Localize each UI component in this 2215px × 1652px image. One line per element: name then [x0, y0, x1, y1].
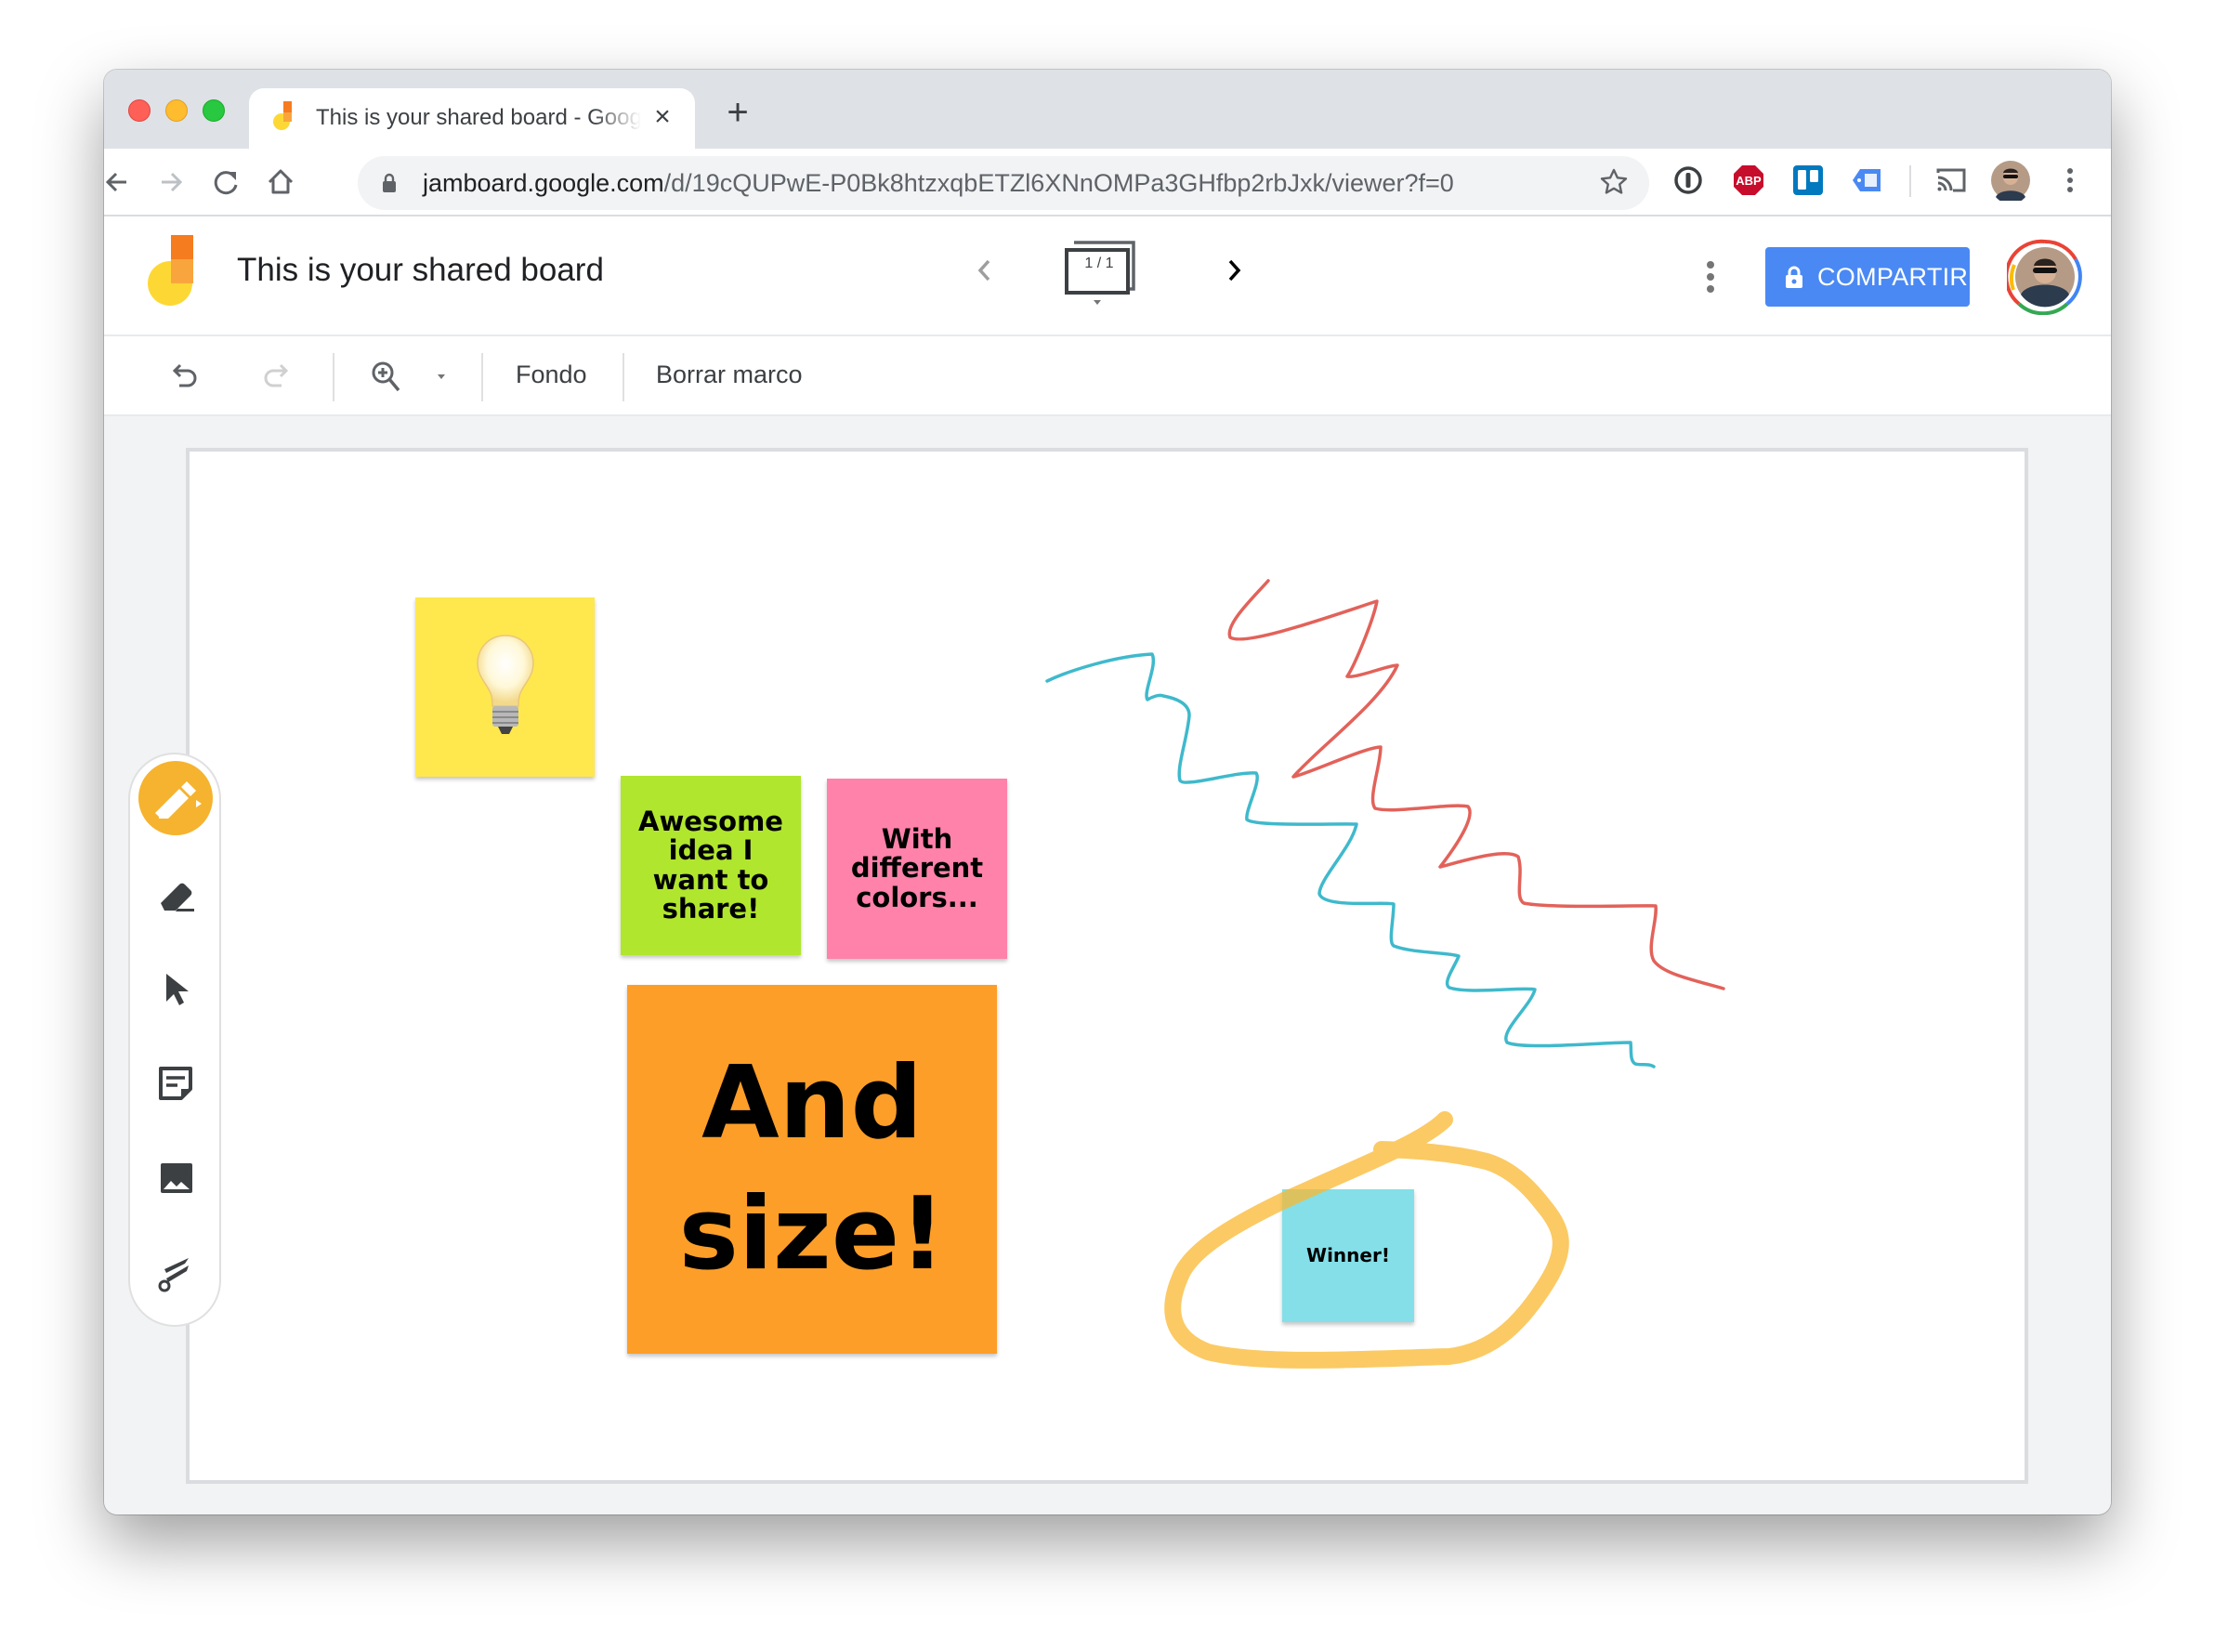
select-arrow-icon [166, 974, 189, 1005]
url-host: jamboard.google.com [423, 169, 664, 197]
window-minimize-button[interactable] [165, 99, 188, 122]
trello-icon[interactable] [1789, 162, 1827, 199]
redo-icon[interactable] [256, 358, 294, 395]
new-tab-button[interactable]: + [721, 94, 754, 131]
abp-label: ABP [1736, 174, 1762, 188]
tab-title: This is your shared board - Google Jambo… [316, 105, 641, 130]
browser-toolbar: jamboard.google.com/d/19cQUPwE-P0Bk8htzx… [104, 149, 2111, 216]
reload-icon[interactable] [208, 164, 245, 201]
image-tool-button[interactable] [138, 1141, 213, 1215]
sticky-note-icon [159, 1067, 192, 1100]
lock-icon [383, 173, 396, 192]
adblock-plus-icon[interactable]: ABP [1730, 162, 1767, 199]
clear-frame-button[interactable]: Borrar marco [656, 361, 803, 389]
more-options-icon[interactable] [1697, 254, 1724, 300]
window-zoom-button[interactable] [203, 99, 225, 122]
lock-icon [1786, 266, 1802, 288]
chrome-menu-icon[interactable] [2051, 162, 2089, 199]
lightbulb-icon [476, 634, 534, 734]
toolbar-separator [481, 353, 483, 401]
jamboard-logo[interactable] [147, 235, 199, 308]
toolbar-separator [333, 353, 334, 401]
board-title[interactable]: This is your shared board [237, 252, 604, 289]
window-close-button[interactable] [128, 99, 151, 122]
zoom-dropdown-icon[interactable] [427, 358, 455, 395]
image-icon [161, 1163, 192, 1193]
account-avatar[interactable] [2007, 239, 2083, 315]
eraser-icon [161, 883, 194, 911]
board-toolbar: Fondo Borrar marco [104, 336, 2111, 416]
back-icon[interactable] [104, 164, 136, 201]
share-label: COMPARTIR [1817, 263, 1969, 291]
eraser-tool-button[interactable] [138, 857, 213, 931]
sticky-note-size[interactable]: And size! [627, 985, 997, 1354]
zoom-in-icon[interactable] [368, 358, 405, 395]
browser-window: This is your shared board - Google Jambo… [104, 70, 2111, 1514]
undo-icon[interactable] [167, 358, 204, 395]
pen-icon [155, 781, 202, 819]
pen-tool-button[interactable] [138, 761, 213, 835]
address-bar[interactable]: jamboard.google.com/d/19cQUPwE-P0Bk8htzx… [358, 156, 1649, 210]
laser-icon [158, 1258, 189, 1292]
background-button[interactable]: Fondo [516, 361, 587, 389]
select-tool-button[interactable] [138, 951, 213, 1026]
url-path: /d/19cQUPwE-P0Bk8htzxqbETZl6XNnOMPa3GHfb… [663, 169, 1454, 197]
sticky-note-colors[interactable]: With different colors... [827, 779, 1007, 959]
tab-strip: This is your shared board - Google Jambo… [104, 70, 2111, 149]
1password-icon[interactable] [1670, 162, 1707, 199]
next-frame-icon[interactable] [1217, 250, 1251, 291]
previous-frame-icon[interactable] [968, 250, 1002, 291]
extension-separator [1909, 165, 1911, 197]
url-text[interactable]: jamboard.google.com/d/19cQUPwE-P0Bk8htzx… [423, 169, 1454, 198]
sticky-note-lightbulb[interactable] [415, 597, 595, 777]
sticky-note-awesome[interactable]: Awesome idea I want to share! [621, 776, 801, 955]
share-button[interactable]: COMPARTIR [1765, 247, 1970, 307]
frame-bar-button[interactable] [1061, 235, 1154, 309]
workspace [104, 416, 2111, 1514]
forward-icon[interactable] [152, 164, 190, 201]
close-icon[interactable]: × [649, 101, 676, 133]
cast-icon[interactable] [1933, 162, 1970, 199]
tag-extension-icon[interactable] [1849, 162, 1886, 199]
toolbar-separator [623, 353, 624, 401]
tool-rail [128, 753, 221, 1327]
app-header: This is your shared board 1 / 1 COMPARTI… [104, 216, 2111, 336]
sticky-note-tool-button[interactable] [138, 1046, 213, 1121]
home-icon[interactable] [262, 164, 299, 201]
jamboard-favicon-icon [273, 101, 292, 130]
browser-tab[interactable]: This is your shared board - Google Jambo… [249, 88, 695, 149]
sticky-note-winner[interactable]: Winner! [1282, 1189, 1414, 1322]
bookmark-star-icon[interactable] [1599, 167, 1629, 197]
frame-counter: 1 / 1 [1084, 256, 1114, 271]
laser-tool-button[interactable] [138, 1234, 213, 1308]
profile-avatar[interactable] [1990, 160, 2031, 201]
